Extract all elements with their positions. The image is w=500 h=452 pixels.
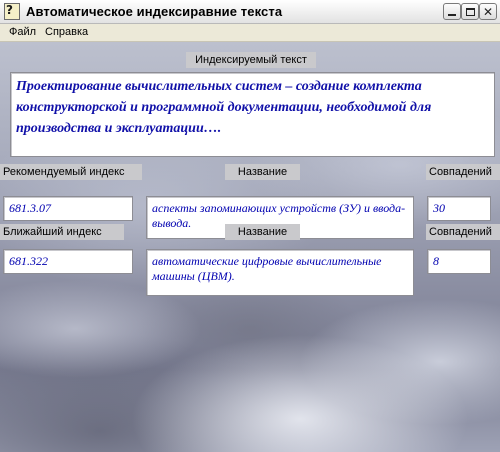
close-button[interactable]: ✕	[479, 3, 497, 20]
nearest-index-label: Ближайший индекс	[0, 224, 124, 240]
recommended-index-label: Рекомендуемый индекс	[0, 164, 142, 180]
maximize-icon	[465, 7, 475, 16]
indexed-text-field[interactable]: Проектирование вычислительных систем – с…	[10, 72, 495, 157]
close-icon: ✕	[482, 4, 494, 19]
nearest-matches-field[interactable]: 8	[427, 249, 491, 274]
recommended-matches-field[interactable]: 30	[427, 196, 491, 221]
menu-help[interactable]: Справка	[45, 26, 88, 38]
indexed-text-label: Индексируемый текст	[186, 52, 316, 68]
nearest-name-field[interactable]: автоматические цифровые вычислительные м…	[146, 249, 414, 296]
maximize-button[interactable]	[461, 3, 479, 20]
app-window: ? Автоматическое индексиравние текста ✕ …	[0, 0, 500, 452]
app-icon-glyph: ?	[6, 3, 13, 17]
minimize-button[interactable]	[443, 3, 461, 20]
nearest-index-field[interactable]: 681.322	[3, 249, 133, 274]
menu-file[interactable]: Файл	[9, 26, 36, 38]
nearest-name-label: Название	[225, 224, 300, 240]
title-bar[interactable]: ? Автоматическое индексиравние текста ✕	[0, 0, 500, 24]
app-icon[interactable]: ?	[4, 3, 20, 20]
minimize-icon	[448, 14, 456, 16]
client-area: Индексируемый текст Проектирование вычис…	[0, 42, 500, 452]
nearest-matches-label: Совпадений	[426, 224, 500, 240]
recommended-matches-label: Совпадений	[426, 164, 500, 180]
window-title: Автоматическое индексиравние текста	[26, 4, 283, 19]
recommended-name-label: Название	[225, 164, 300, 180]
recommended-index-field[interactable]: 681.3.07	[3, 196, 133, 221]
menu-bar: Файл Справка	[0, 24, 500, 42]
